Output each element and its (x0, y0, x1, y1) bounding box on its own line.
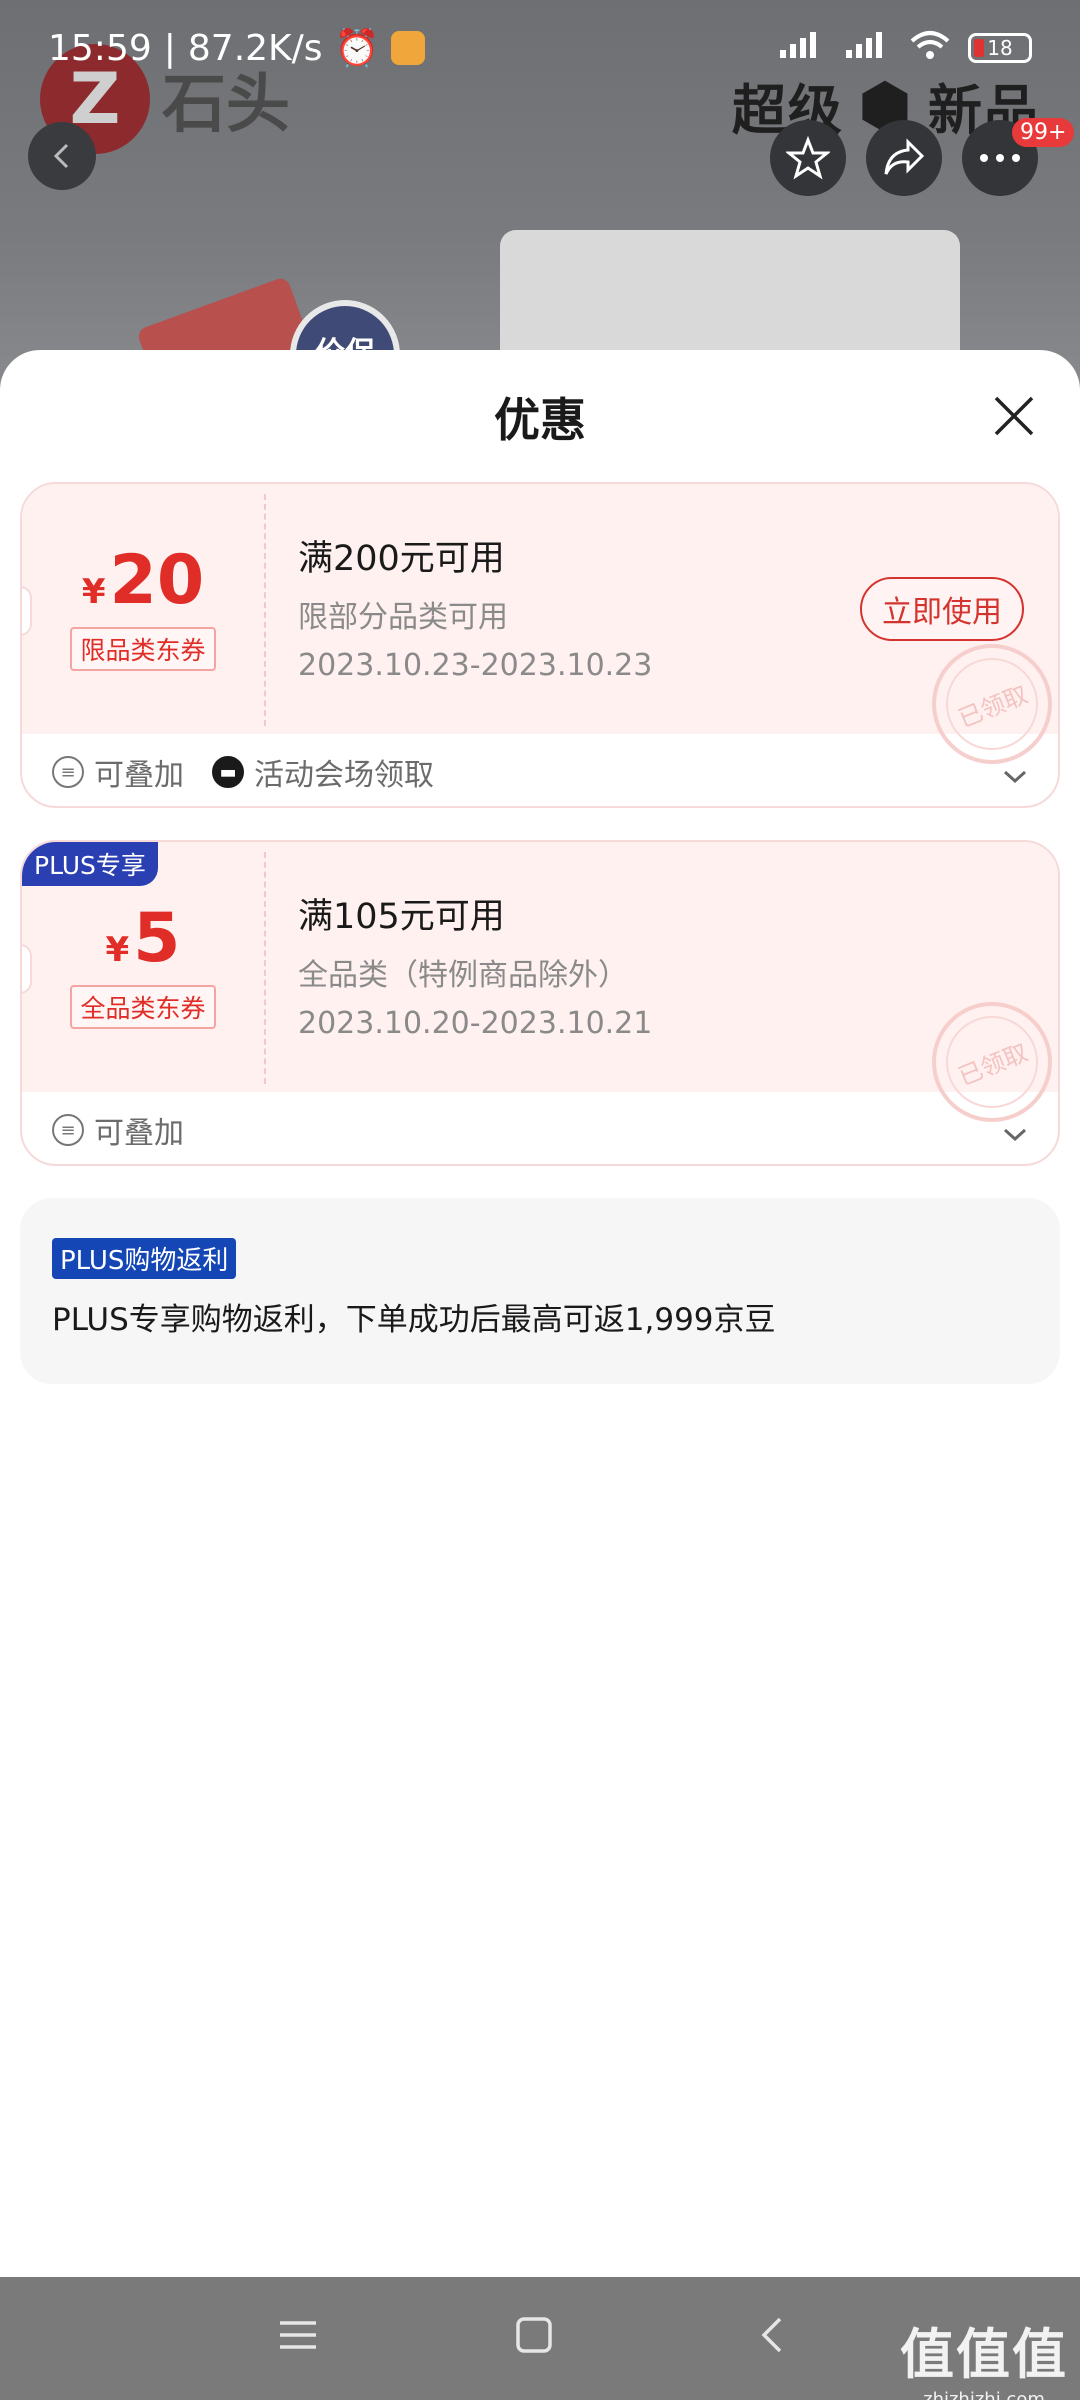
coupon-scope: 限部分品类可用 (298, 600, 508, 635)
signal-icon-2 (844, 30, 892, 67)
plus-rebate-text: PLUS专享购物返利，下单成功后最高可返1,999京豆 (52, 1302, 776, 1338)
battery-icon: 18 (968, 33, 1032, 63)
coupon-amount: ¥ 20 (82, 547, 204, 615)
coupon-condition: 满200元可用 (298, 539, 505, 579)
more-dots-icon (980, 154, 1020, 162)
status-time: 15:59 (48, 27, 152, 69)
share-icon (884, 138, 925, 175)
plus-rebate-box: PLUS购物返利 PLUS专享购物返利，下单成功后最高可返1,999京豆 (20, 1198, 1060, 1384)
close-button[interactable] (984, 386, 1044, 446)
venue-label: 活动会场领取 (254, 758, 434, 793)
back-button[interactable] (28, 122, 96, 190)
stackable-tag: ≡ 可叠加 (52, 750, 184, 794)
recent-apps-button[interactable] (278, 2315, 318, 2355)
back-chevron-icon (761, 2317, 782, 2353)
coupon-divider (264, 852, 266, 1084)
home-button[interactable] (514, 2315, 554, 2355)
alarm-icon: ⏰ (334, 28, 380, 69)
system-back-button[interactable] (752, 2315, 792, 2355)
stack-icon: ≡ (52, 1114, 84, 1146)
coupon-type-tag: 限品类东券 (70, 627, 216, 671)
battery-level: 18 (987, 36, 1013, 60)
expand-button[interactable] (1002, 1116, 1028, 1151)
sheet-title: 优惠 (494, 393, 586, 447)
coupon-amount-box: ¥ 20 限品类东券 (22, 484, 264, 734)
chevron-left-icon (53, 143, 69, 169)
coupon-amount-box: ¥ 5 全品类东券 (22, 842, 264, 1092)
coupon-footer: ≡ 可叠加 (22, 1092, 1058, 1164)
wifi-icon (910, 29, 950, 68)
venue-tag: ▬ 活动会场领取 (212, 750, 434, 794)
star-icon (786, 136, 830, 180)
stackable-label: 可叠加 (94, 1116, 184, 1151)
currency-symbol: ¥ (105, 930, 130, 970)
share-button[interactable] (866, 120, 942, 196)
chevron-down-icon (1003, 1128, 1027, 1142)
favorite-button[interactable] (770, 120, 846, 196)
status-separator: | (163, 27, 176, 69)
coupon-scope: 全品类（特例商品除外） (298, 958, 628, 993)
coupon-date: 2023.10.23-2023.10.23 (298, 648, 653, 683)
discount-sheet: 优惠 ¥ 20 限品类东券 满200元可用 限部分品类可用 2023.10.23… (0, 350, 1080, 2277)
watermark: 值值值 zhizhizhi.com (900, 2310, 1068, 2400)
status-bar: 15:59 | 87.2K/s ⏰ 18 (0, 0, 1080, 96)
status-speed: 87.2K/s (187, 27, 323, 69)
plus-rebate-tag: PLUS购物返利 (52, 1238, 237, 1279)
watermark-logo-text: 值值值 (900, 2323, 1068, 2386)
coupon-divider (264, 494, 266, 726)
signal-icon (778, 30, 826, 67)
stackable-tag: ≡ 可叠加 (52, 1108, 184, 1152)
close-icon (994, 396, 1034, 436)
stackable-label: 可叠加 (94, 758, 184, 793)
more-badge: 99+ (1012, 118, 1075, 147)
coupon-footer: ≡ 可叠加 ▬ 活动会场领取 (22, 734, 1058, 806)
coupon-amount: ¥ 5 (106, 905, 181, 973)
menu-icon (280, 2321, 316, 2349)
home-square-icon (516, 2317, 552, 2353)
stack-icon: ≡ (52, 756, 84, 788)
coupon-card: ¥ 20 限品类东券 满200元可用 限部分品类可用 2023.10.23-20… (20, 482, 1060, 808)
use-now-button[interactable]: 立即使用 (860, 577, 1024, 641)
coupon-condition: 满105元可用 (298, 897, 505, 937)
notification-app-icon (391, 31, 426, 65)
amount-value: 5 (133, 899, 181, 978)
currency-symbol: ¥ (81, 572, 106, 612)
coupon-type-tag: 全品类东券 (70, 985, 216, 1029)
ticket-icon: ▬ (212, 756, 244, 788)
coupon-date: 2023.10.20-2023.10.21 (298, 1006, 653, 1041)
expand-button[interactable] (1002, 758, 1028, 793)
watermark-url: zhizhizhi.com (923, 2389, 1045, 2400)
amount-value: 20 (109, 541, 205, 620)
chevron-down-icon (1003, 770, 1027, 784)
coupon-card: PLUS专享 ¥ 5 全品类东券 满105元可用 全品类（特例商品除外） 202… (20, 840, 1060, 1166)
